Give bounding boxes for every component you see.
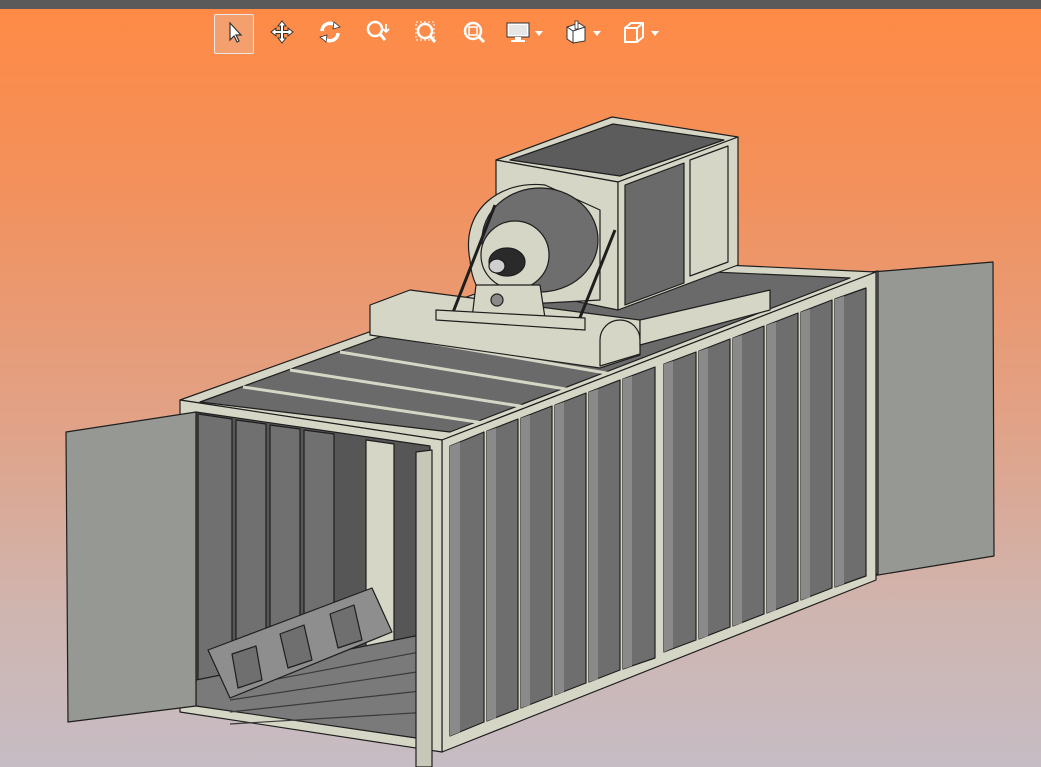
front-door-leaf [415, 449, 433, 767]
display-dropdown[interactable] [502, 14, 544, 54]
view-orientation-dropdown[interactable] [618, 14, 660, 54]
display-button[interactable] [502, 14, 534, 54]
zoom-window-button[interactable] [406, 14, 446, 54]
rotate-icon [317, 19, 343, 49]
chevron-down-icon[interactable] [534, 29, 544, 39]
3d-viewport[interactable] [0, 0, 1041, 767]
chevron-down-icon[interactable] [650, 29, 660, 39]
zoom-tool-button[interactable] [358, 14, 398, 54]
section-dropdown[interactable] [560, 14, 602, 54]
pan-tool-button[interactable] [262, 14, 302, 54]
move-arrows-icon [269, 19, 295, 49]
view-toolbar [214, 13, 676, 55]
model-canvas[interactable] [0, 0, 1041, 767]
zoom-fit-icon [461, 19, 487, 49]
zoom-fit-button[interactable] [454, 14, 494, 54]
zoom-icon [365, 19, 391, 49]
pointer-icon [221, 19, 247, 49]
chevron-down-icon[interactable] [592, 29, 602, 39]
right-door [871, 261, 995, 577]
cube-view-icon [621, 19, 647, 49]
section-view-icon [563, 19, 589, 49]
view-orientation-button[interactable] [618, 14, 650, 54]
select-tool-button[interactable] [214, 14, 254, 54]
left-door [65, 411, 197, 723]
rotate-tool-button[interactable] [310, 14, 350, 54]
monitor-icon [505, 19, 531, 49]
zoom-window-icon [413, 19, 439, 49]
section-view-button[interactable] [560, 14, 592, 54]
